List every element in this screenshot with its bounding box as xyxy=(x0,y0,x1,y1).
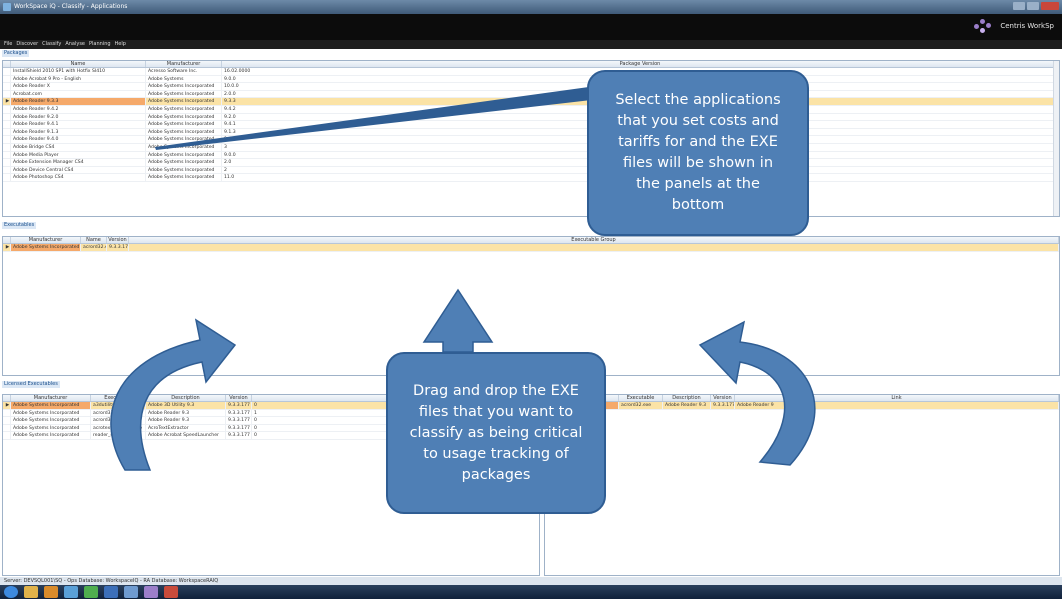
left-curved-arrow-icon xyxy=(110,318,237,471)
bottom-callout: Drag and drop the EXE files that you wan… xyxy=(386,352,606,514)
bottom-callout-text: Drag and drop the EXE files that you wan… xyxy=(409,382,583,483)
right-curved-arrow-icon xyxy=(698,320,816,466)
top-callout: Select the applications that you set cos… xyxy=(587,70,809,236)
top-callout-text: Select the applications that you set cos… xyxy=(615,92,781,213)
pointer-line xyxy=(155,86,600,150)
up-arrow-icon xyxy=(422,288,494,353)
